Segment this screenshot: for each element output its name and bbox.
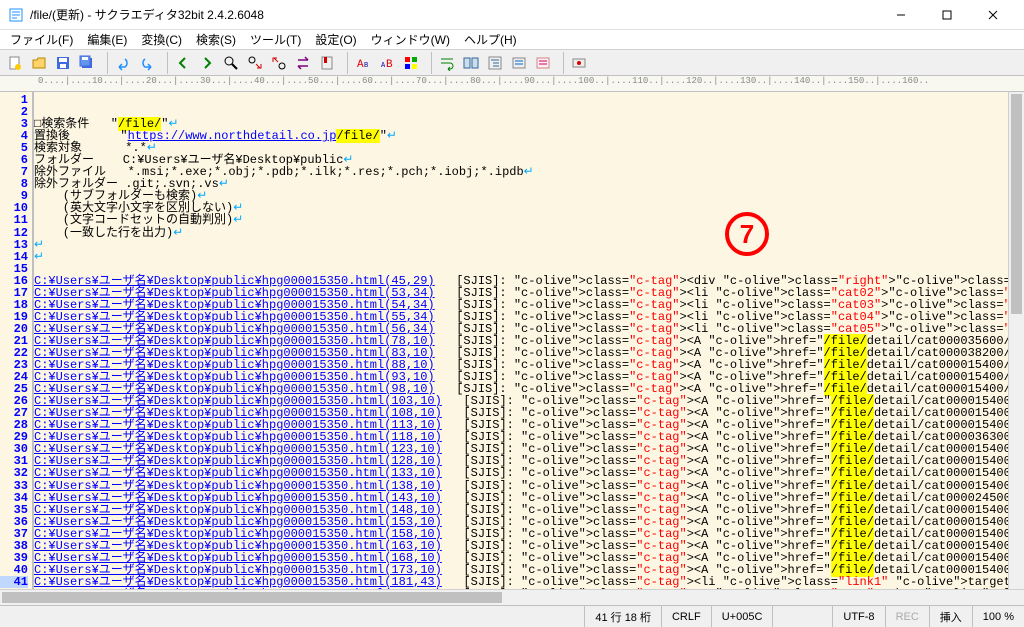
svg-text:B: B [386,59,393,71]
status-blank [772,606,832,627]
redo-icon[interactable] [136,52,158,74]
find-icon[interactable] [220,52,242,74]
menu-window[interactable]: ウィンドウ(W) [365,29,456,50]
maximize-button[interactable] [924,0,970,30]
scrollbar-thumb-h[interactable] [2,592,502,603]
save-file-icon[interactable] [52,52,74,74]
menu-bar: ファイル(F) 編集(E) 変換(C) 検索(S) ツール(T) 設定(O) ウ… [0,30,1024,50]
title-bar: /file/(更新) - サクラエディタ32bit 2.4.2.6048 [0,0,1024,30]
annotation-circle-7: 7 [725,212,769,256]
status-bar: 41 行 18 桁 CRLF U+005C UTF-8 REC 挿入 100 % [0,605,1024,627]
new-file-icon[interactable] [4,52,26,74]
status-zoom[interactable]: 100 % [972,606,1024,627]
svg-text:A: A [357,59,364,71]
undo-icon[interactable] [112,52,134,74]
ruler-text: 0....|....10...|....20...|....30...|....… [38,76,929,86]
settings-icon[interactable] [508,52,530,74]
tool-b-icon[interactable]: AB [376,52,398,74]
menu-search[interactable]: 検索(S) [190,29,242,50]
status-charcode: U+005C [711,606,773,627]
replace-icon[interactable] [292,52,314,74]
editor[interactable]: 1234567891011121314151617181920212223242… [0,92,1024,589]
status-rec: REC [885,606,929,627]
back-icon[interactable] [172,52,194,74]
ruler: 0....|....10...|....20...|....30...|....… [0,76,1024,92]
bookmark-icon[interactable] [316,52,338,74]
save-all-icon[interactable] [76,52,98,74]
compare-icon[interactable] [460,52,482,74]
menu-tool[interactable]: ツール(T) [244,29,307,50]
wrap-icon[interactable] [436,52,458,74]
line-number-gutter: 1234567891011121314151617181920212223242… [0,92,32,589]
record-icon[interactable] [568,52,590,74]
toolbar: AB AB [0,50,1024,76]
horizontal-scrollbar[interactable] [0,589,1024,605]
minimize-button[interactable] [878,0,924,30]
scrollbar-thumb[interactable] [1011,94,1022,314]
status-encoding[interactable]: UTF-8 [832,606,884,627]
app-icon [8,7,24,23]
find-prev-icon[interactable] [268,52,290,74]
open-file-icon[interactable] [28,52,50,74]
forward-icon[interactable] [196,52,218,74]
vertical-scrollbar[interactable] [1008,92,1024,589]
close-button[interactable] [970,0,1016,30]
svg-text:B: B [364,62,368,70]
tool-a-icon[interactable]: AB [352,52,374,74]
color-icon[interactable] [400,52,422,74]
type-icon[interactable] [532,52,554,74]
window-title: /file/(更新) - サクラエディタ32bit 2.4.2.6048 [30,6,878,23]
status-position: 41 行 18 桁 [584,606,661,627]
menu-edit[interactable]: 編集(E) [81,29,133,50]
menu-settings[interactable]: 設定(O) [309,29,362,50]
status-insert[interactable]: 挿入 [929,606,972,627]
menu-file[interactable]: ファイル(F) [4,29,79,50]
outline-icon[interactable] [484,52,506,74]
find-next-icon[interactable] [244,52,266,74]
menu-help[interactable]: ヘルプ(H) [458,29,523,50]
status-crlf: CRLF [661,606,711,627]
code-area[interactable]: □検索条件 "/file/"↵置換後 "https://www.northdet… [34,92,1024,589]
menu-convert[interactable]: 変換(C) [135,29,188,50]
